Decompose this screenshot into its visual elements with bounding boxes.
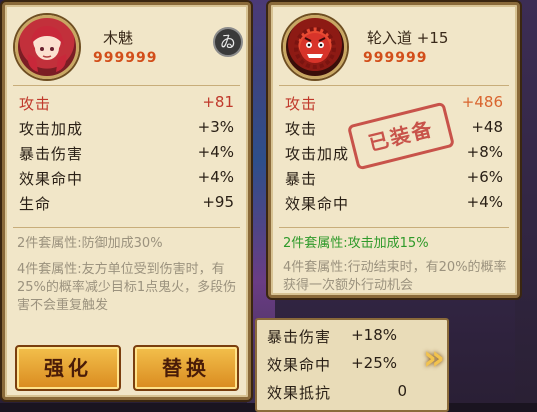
stat-value: +6% bbox=[466, 168, 503, 186]
stat-value: +18% bbox=[351, 326, 397, 344]
mitama-name: 轮入道 +15 bbox=[367, 29, 449, 47]
lock-icon[interactable]: ゐ bbox=[213, 27, 243, 57]
star-rating: 999999 bbox=[363, 50, 428, 66]
set-bonus-2: 2件套属性:防御加成30% bbox=[17, 236, 163, 251]
stat-value: +3% bbox=[197, 118, 234, 136]
stat-row: 暴击 +6% bbox=[285, 168, 503, 190]
stat-row: 攻击加成 +3% bbox=[19, 118, 234, 140]
wanyudo-portrait-icon bbox=[294, 27, 336, 69]
mitama-name: 木魅 bbox=[103, 29, 134, 47]
stat-label: 效果命中 bbox=[267, 356, 332, 374]
enhance-button[interactable]: 强化 bbox=[15, 345, 121, 391]
stat-row: 效果命中 +4% bbox=[285, 193, 503, 215]
divider bbox=[279, 85, 509, 86]
stat-value: 0 bbox=[397, 382, 407, 400]
mitama-avatar bbox=[283, 15, 347, 79]
stat-label: 暴击伤害 bbox=[19, 145, 84, 163]
divider bbox=[13, 227, 240, 228]
stat-label: 生命 bbox=[19, 195, 52, 213]
stat-value: +25% bbox=[351, 354, 397, 372]
underlying-row: 效果抵抗 0 bbox=[267, 382, 437, 404]
stat-label: 攻击加成 bbox=[285, 145, 350, 163]
stat-label: 攻击 bbox=[285, 95, 318, 113]
underlying-row: 效果命中 +25% bbox=[267, 354, 437, 376]
star-rating: 999999 bbox=[93, 50, 158, 66]
stat-value: +48 bbox=[471, 118, 503, 136]
stat-value: +486 bbox=[461, 93, 503, 111]
set-bonus-4: 4件套属性:行动结束时，有20%的概率获得一次额外行动机会 bbox=[283, 260, 507, 293]
stat-value: +4% bbox=[197, 168, 234, 186]
stat-label: 暴击伤害 bbox=[267, 328, 332, 346]
stat-value: +95 bbox=[202, 193, 234, 211]
mitama-avatar bbox=[15, 15, 79, 79]
mitama-card-equipped: 轮入道 +15 999999 攻击 +486 攻击 +48 攻击加成 +8% 暴… bbox=[268, 2, 520, 298]
stat-value: +4% bbox=[197, 143, 234, 161]
stat-row-main: 攻击 +486 bbox=[285, 93, 503, 115]
stat-row: 生命 +95 bbox=[19, 193, 234, 215]
stat-row: 暴击伤害 +4% bbox=[19, 143, 234, 165]
set-bonus-4: 4件套属性:友方单位受到伤害时，有25%的概率减少目标1点鬼火，多段伤害不会重复… bbox=[17, 262, 237, 313]
stat-row-main: 攻击 +81 bbox=[19, 93, 234, 115]
next-arrow-icon[interactable]: » bbox=[417, 336, 451, 380]
stat-label: 攻击加成 bbox=[19, 120, 84, 138]
stat-label: 攻击 bbox=[19, 95, 52, 113]
stat-label: 暴击 bbox=[285, 170, 318, 188]
stat-label: 效果命中 bbox=[285, 195, 350, 213]
replace-button[interactable]: 替换 bbox=[133, 345, 239, 391]
stat-value: +4% bbox=[466, 193, 503, 211]
stat-label: 效果命中 bbox=[19, 170, 84, 188]
stat-label: 效果抵抗 bbox=[267, 384, 332, 402]
underlying-row: 暴击伤害 +18% bbox=[267, 326, 437, 348]
kodama-portrait-icon bbox=[27, 26, 67, 72]
stat-label: 攻击 bbox=[285, 120, 318, 138]
divider bbox=[13, 85, 240, 86]
divider bbox=[279, 227, 509, 228]
stat-value: +8% bbox=[466, 143, 503, 161]
set-bonus-2: 2件套属性:攻击加成15% bbox=[283, 236, 429, 251]
stat-value: +81 bbox=[202, 93, 234, 111]
stat-row: 效果命中 +4% bbox=[19, 168, 234, 190]
mitama-card-candidate: 木魅 999999 ゐ 攻击 +81 攻击加成 +3% 暴击伤害 +4% 效果命… bbox=[2, 2, 251, 400]
